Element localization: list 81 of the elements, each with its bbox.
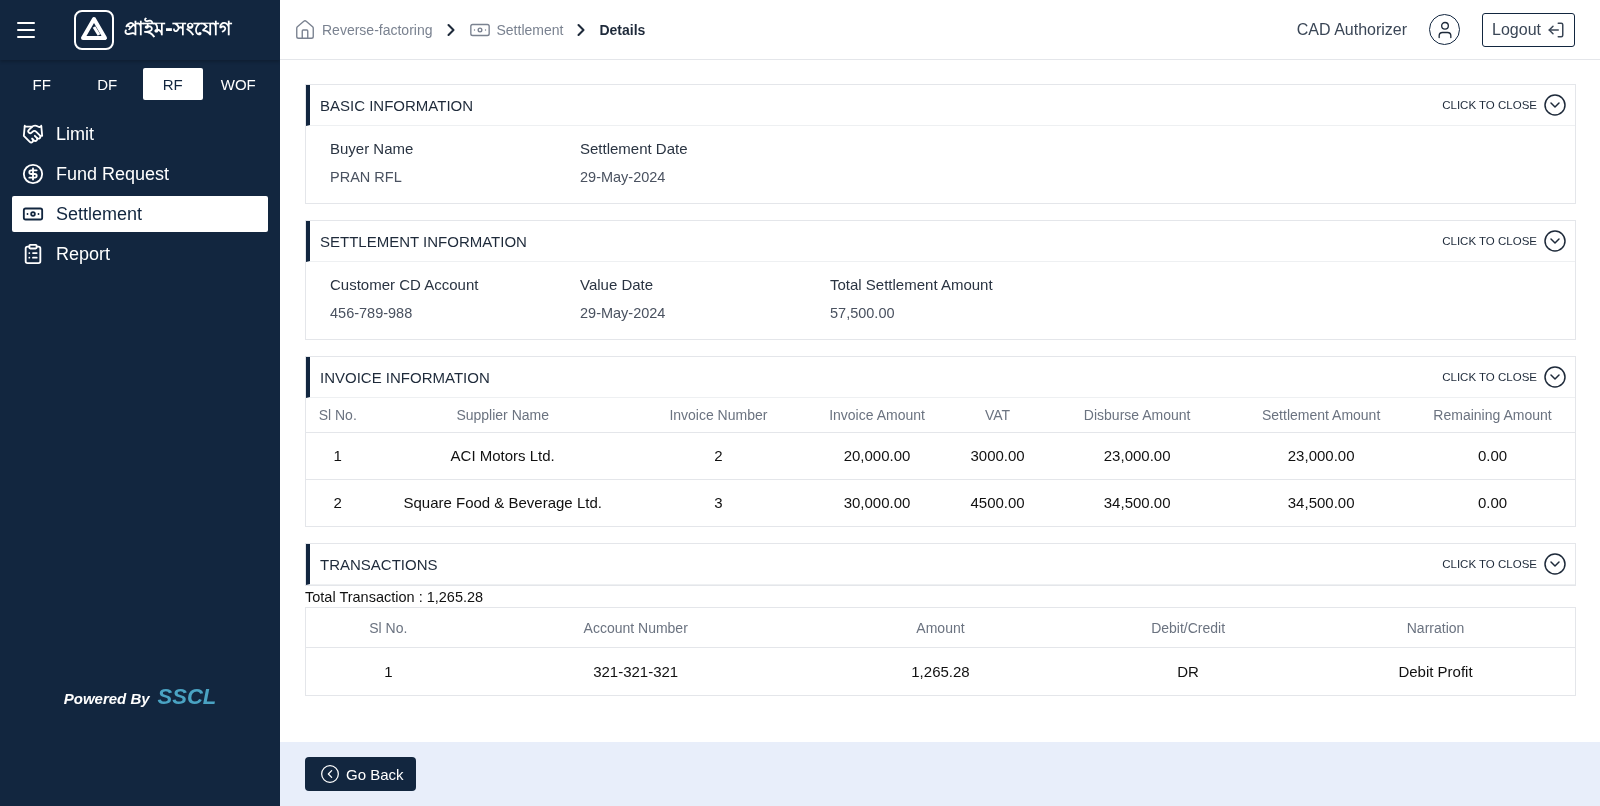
column-header: Invoice Number <box>635 398 801 432</box>
table-cell: 2 <box>635 432 801 479</box>
table-cell: 1 <box>305 647 471 696</box>
table-cell: DR <box>1080 647 1297 696</box>
table-cell: 2 <box>306 479 370 526</box>
powered-by-text: Powered By <box>63 690 150 707</box>
field-value: 29-May-2024 <box>580 305 667 321</box>
field-label: Value Date <box>580 276 655 293</box>
table-cell: 23,000.00 <box>1042 432 1233 479</box>
section-title: SETTLEMENT INFORMATION <box>320 232 528 250</box>
dollar-coin-icon <box>22 163 44 185</box>
collapse-toggle[interactable]: CLICK TO CLOSE <box>1442 229 1567 253</box>
table-cell: Square Food & Beverage Ltd. <box>369 479 636 526</box>
home-icon <box>294 18 316 41</box>
field-label: Buyer Name <box>330 140 415 157</box>
table-cell: 1,265.28 <box>800 647 1081 696</box>
section-title: TRANSACTIONS <box>320 555 439 573</box>
brand-text: SSCL <box>157 684 217 710</box>
column-header: Settlement Amount <box>1232 398 1410 432</box>
table-cell: 321-321-321 <box>470 647 801 696</box>
menu-item[interactable]: Settlement <box>12 196 268 232</box>
field-value: 29-May-2024 <box>580 169 667 185</box>
table-cell: 1 <box>306 432 370 479</box>
field-value: 456-789-988 <box>330 305 414 321</box>
logout-button[interactable]: Logout <box>1482 12 1575 47</box>
collapse-toggle[interactable]: CLICK TO CLOSE <box>1442 365 1567 389</box>
chevron-down-icon <box>1543 552 1567 576</box>
table-cell: Debit Profit <box>1296 647 1576 696</box>
section-title: INVOICE INFORMATION <box>320 368 491 386</box>
field-value: PRAN RFL <box>330 169 403 185</box>
table-cell: 23,000.00 <box>1232 432 1410 479</box>
column-header: Supplier Name <box>369 398 636 432</box>
table-cell: 30,000.00 <box>800 479 954 526</box>
breadcrumb-link[interactable]: Details <box>599 21 646 38</box>
field-label: Customer CD Account <box>330 276 480 293</box>
column-header: Amount <box>800 607 1081 648</box>
app-name: প্রাইম-সংযোগ <box>124 16 231 41</box>
table-cell: 3 <box>635 479 801 526</box>
breadcrumb-link[interactable]: Settlement <box>468 18 564 41</box>
module-tab[interactable]: DF <box>77 68 137 100</box>
column-header: Debit/Credit <box>1080 607 1297 648</box>
module-tab[interactable]: FF <box>12 68 72 100</box>
column-header: Sl No. <box>305 607 471 648</box>
table-cell: 4500.00 <box>953 479 1042 526</box>
chevron-down-icon <box>1543 365 1567 389</box>
menu-item[interactable]: Fund Request <box>12 156 268 192</box>
column-header: Invoice Amount <box>800 398 954 432</box>
chevron-down-icon <box>1543 93 1567 117</box>
column-header: Narration <box>1296 607 1576 648</box>
table-cell: 0.00 <box>1410 479 1575 526</box>
clipboard-icon <box>22 243 44 265</box>
field-value: 57,500.00 <box>830 305 896 321</box>
table-cell: 20,000.00 <box>800 432 954 479</box>
menu-item[interactable]: Limit <box>12 116 268 152</box>
module-tab[interactable]: WOF <box>208 68 268 100</box>
menu-item[interactable]: Report <box>12 236 268 272</box>
user-role: CAD Authorizer <box>1296 20 1408 39</box>
table-cell: 34,500.00 <box>1232 479 1410 526</box>
column-header: Disburse Amount <box>1042 398 1233 432</box>
table-cell: 34,500.00 <box>1042 479 1233 526</box>
column-header: Sl No. <box>306 398 370 432</box>
handshake-icon <box>22 123 44 145</box>
chevron-left-icon <box>320 764 340 784</box>
collapse-toggle[interactable]: CLICK TO CLOSE <box>1442 552 1567 576</box>
section-title: BASIC INFORMATION <box>320 96 475 114</box>
go-back-button[interactable]: Go Back <box>305 757 416 791</box>
collapse-toggle[interactable]: CLICK TO CLOSE <box>1442 93 1567 117</box>
table-cell: ACI Motors Ltd. <box>369 432 636 479</box>
column-header: Account Number <box>470 607 801 648</box>
module-tab[interactable]: RF <box>143 68 203 100</box>
total-transaction-text: Total Transaction : 1,265.28 <box>305 588 485 607</box>
breadcrumb-link[interactable]: Reverse-factoring <box>294 18 433 41</box>
column-header: VAT <box>953 398 1042 432</box>
field-label: Settlement Date <box>580 140 689 157</box>
chevron-down-icon <box>1543 229 1567 253</box>
table-cell: 3000.00 <box>953 432 1042 479</box>
logout-icon <box>1547 20 1565 39</box>
field-label: Total Settlement Amount <box>830 276 994 293</box>
column-header: Remaining Amount <box>1410 398 1575 432</box>
logo-icon <box>74 10 114 50</box>
table-cell: 0.00 <box>1410 432 1575 479</box>
